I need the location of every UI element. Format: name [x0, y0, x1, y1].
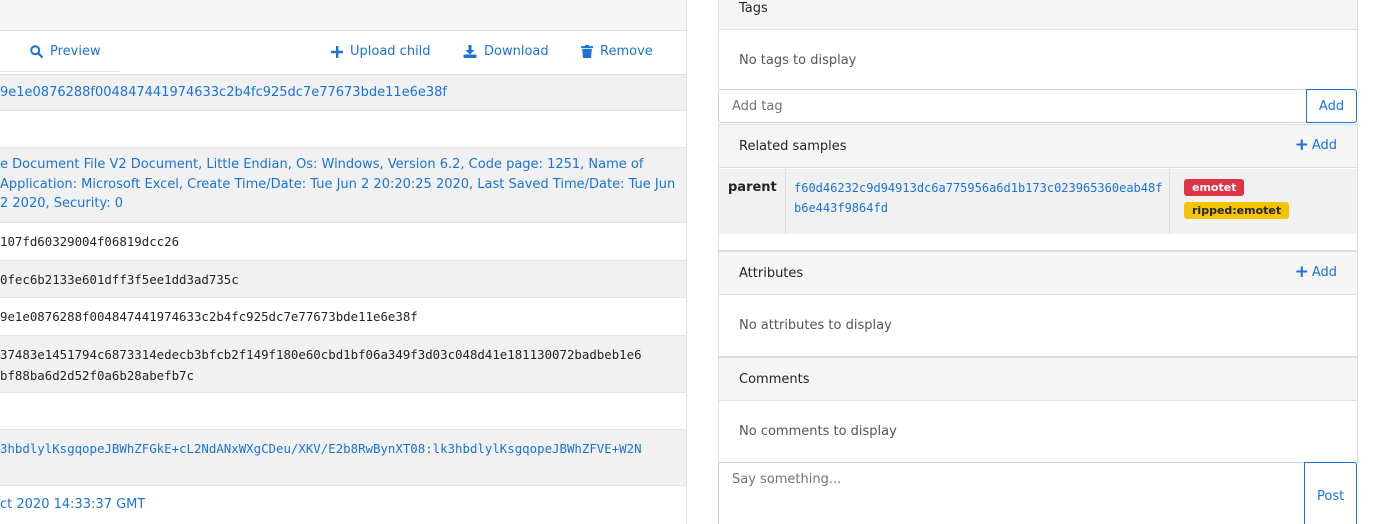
no-comments-text: No comments to display [739, 424, 897, 439]
table-row: 9e1e0876288f004847441974633c2b4fc925dc7e… [0, 75, 686, 111]
hash-value: 0fec6b2133e601dff3f5ee1dd3ad735c [0, 272, 239, 287]
add-tag-button[interactable]: Add [1306, 89, 1357, 123]
table-row: ct 2020 14:33:37 GMT [0, 486, 686, 524]
ripped-emotet-badge[interactable]: ripped:emotet [1184, 202, 1290, 219]
no-attributes-text: No attributes to display [739, 318, 892, 333]
download-icon [463, 45, 477, 58]
hash-value-line: bf88ba6d2d52f0a6b28abefb7c [0, 368, 194, 383]
add-related-button[interactable]: + Add [1294, 135, 1337, 155]
download-button[interactable]: Download [463, 44, 549, 59]
table-row: 3hbdlylKsgqopeJBWhZFGkE+cL2NdANxWXgCDeu/… [0, 430, 686, 486]
comment-textarea[interactable]: Say something... [718, 462, 1305, 524]
hash-value: 107fd60329004f06819dcc26 [0, 234, 180, 249]
details-header-strip [0, 0, 686, 31]
comments-title: Comments [739, 372, 810, 387]
upload-child-label: Upload child [350, 44, 431, 59]
table-row: 0fec6b2133e601dff3f5ee1dd3ad735c [0, 261, 686, 298]
add-attribute-button[interactable]: + Add [1294, 262, 1337, 282]
file-type-line[interactable]: e Document File V2 Document, Little Endi… [0, 155, 686, 175]
post-comment-button[interactable]: Post [1304, 462, 1357, 524]
preview-button[interactable]: Preview [30, 44, 101, 59]
tags-card-header: Tags [719, 0, 1357, 30]
plus-icon: + [1294, 135, 1309, 155]
emotet-badge-label: emotet [1184, 179, 1245, 196]
hash-value: 9e1e0876288f004847441974633c2b4fc925dc7e… [0, 309, 418, 324]
comments-card: Comments No comments to display [718, 357, 1358, 463]
remove-button[interactable]: Remove [581, 44, 653, 59]
tags-card: Tags No tags to display [718, 0, 1358, 89]
plus-icon: + [1294, 262, 1309, 282]
attributes-card: Attributes + Add No attributes to displa… [718, 251, 1358, 357]
related-samples-card: Related samples + Add parent f60d46232c9… [718, 124, 1358, 251]
related-hash-cell: f60d46232c9d94913dc6a775956a6d1b173c0239… [786, 169, 1170, 234]
related-samples-title: Related samples [739, 139, 847, 154]
comments-header: Comments [719, 358, 1357, 401]
table-row: e Document File V2 Document, Little Endi… [0, 148, 686, 223]
preview-label: Preview [50, 44, 101, 59]
attributes-header: Attributes + Add [719, 252, 1357, 295]
download-label: Download [484, 44, 549, 59]
emotet-badge[interactable]: emotet [1184, 179, 1245, 196]
file-type-line[interactable]: 2 2020, Security: 0 [0, 194, 686, 214]
ssdeep-link[interactable]: 3hbdlylKsgqopeJBWhZFGkE+cL2NdANxWXgCDeu/… [0, 441, 642, 456]
related-tags-cell: emotet ripped:emotet [1170, 169, 1357, 234]
sample-details-panel: Preview Upload child Download Remove 9e1… [0, 0, 687, 524]
table-row: 107fd60329004f06819dcc26 [0, 223, 686, 261]
add-related-label: Add [1311, 138, 1337, 153]
md5-link[interactable]: 9e1e0876288f004847441974633c2b4fc925dc7e… [0, 85, 447, 100]
hash-value-line: 37483e1451794c6873314edecb3bfcb2f149f180… [0, 347, 642, 362]
add-tag-button-label: Add [1318, 98, 1345, 114]
table-row: 9e1e0876288f004847441974633c2b4fc925dc7e… [0, 298, 686, 336]
sample-attributes-table: 9e1e0876288f004847441974633c2b4fc925dc7e… [0, 75, 686, 524]
attributes-title: Attributes [739, 266, 804, 281]
comment-placeholder: Say something... [732, 472, 842, 487]
search-icon [30, 45, 43, 58]
relation-label: parent [728, 180, 777, 195]
tags-title: Tags [739, 1, 768, 16]
plus-icon [331, 45, 343, 58]
related-samples-header: Related samples + Add [719, 125, 1357, 168]
upload-child-button[interactable]: Upload child [331, 44, 431, 59]
table-row [0, 393, 686, 430]
no-tags-text: No tags to display [739, 53, 857, 68]
related-samples-table: parent f60d46232c9d94913dc6a775956a6d1b1… [719, 169, 1357, 234]
table-row [0, 111, 686, 148]
add-tag-placeholder: Add tag [732, 99, 783, 114]
table-row: 37483e1451794c6873314edecb3bfcb2f149f180… [0, 336, 686, 393]
add-tag-input[interactable]: Add tag [718, 89, 1307, 123]
sample-toolbar: Preview Upload child Download Remove [0, 31, 686, 75]
remove-label: Remove [600, 44, 653, 59]
file-type-line[interactable]: Application: Microsoft Excel, Create Tim… [0, 175, 686, 195]
add-attribute-label: Add [1311, 265, 1337, 280]
related-hash-link[interactable]: f60d46232c9d94913dc6a775956a6d1b173c0239… [794, 178, 1164, 218]
trash-icon [581, 45, 593, 58]
relation-cell: parent [719, 169, 786, 234]
upload-date-link[interactable]: ct 2020 14:33:37 GMT [0, 497, 145, 512]
post-button-label: Post [1317, 489, 1345, 504]
ripped-emotet-badge-label: ripped:emotet [1184, 202, 1290, 219]
